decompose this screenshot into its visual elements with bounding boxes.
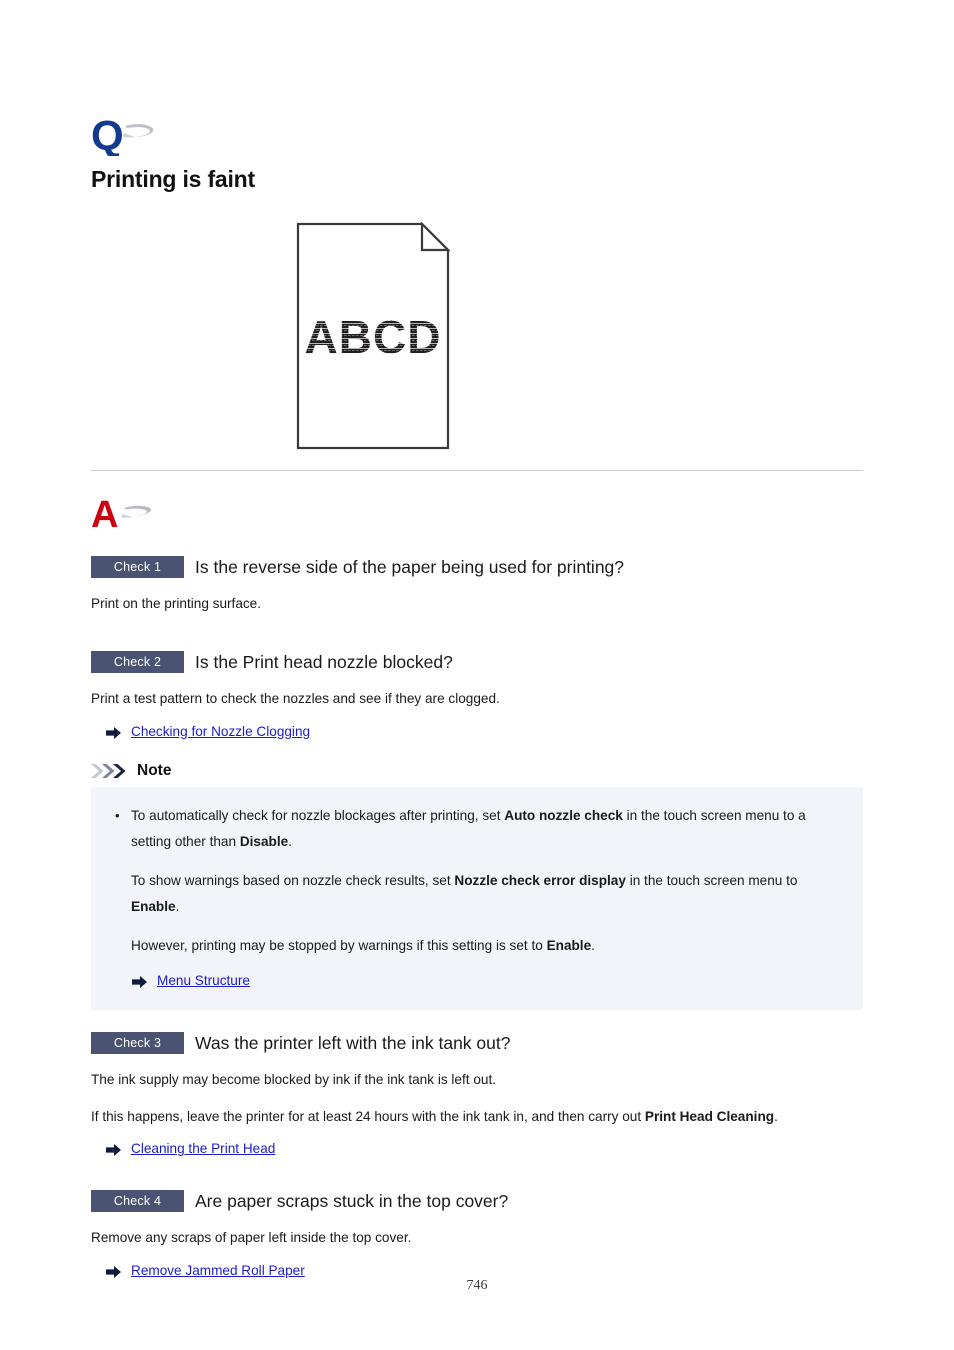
check-3-heading: Check 3 Was the printer left with the in… — [91, 1031, 863, 1054]
note-item-auto-nozzle-check: To automatically check for nozzle blocka… — [113, 803, 841, 856]
note-link-row[interactable]: Menu Structure — [113, 971, 841, 991]
check-3-badge: Check 3 — [91, 1031, 184, 1054]
note-bold-auto-nozzle-check: Auto nozzle check — [504, 807, 623, 823]
faint-print-sample-illustration: ABCD — [296, 222, 451, 450]
check-1-badge: Check 1 — [91, 556, 184, 578]
note-text-part: . — [591, 937, 595, 953]
page-number: 746 — [466, 1278, 488, 1293]
note-box: To automatically check for nozzle blocka… — [91, 786, 863, 1010]
check-1-question: Is the reverse side of the paper being u… — [195, 557, 625, 577]
q-letter-icon: Q — [91, 112, 161, 156]
check-1-paragraph: Print on the printing surface. — [91, 596, 262, 611]
note-text-part: To show warnings based on nozzle check r… — [131, 872, 455, 888]
note-text-part: . — [288, 834, 292, 850]
link-checking-for-nozzle-clogging[interactable]: Checking for Nozzle Clogging — [131, 722, 310, 742]
check-3-link-row[interactable]: Cleaning the Print Head — [91, 1139, 863, 1159]
check-4-heading: Check 4 Are paper scraps stuck in the to… — [91, 1189, 863, 1212]
note-text-part: in the touch screen menu to — [625, 872, 798, 888]
arrow-right-icon — [105, 1142, 122, 1158]
check-2-heading: Check 2 Is the Print head nozzle blocked… — [91, 650, 863, 673]
note-list: To automatically check for nozzle blocka… — [113, 803, 841, 856]
check-1-heading: Check 1 Is the reverse side of the paper… — [91, 556, 863, 578]
arrow-right-icon — [131, 974, 148, 990]
note-bold-disable: Disable — [239, 834, 289, 850]
check-3-paragraph: The ink supply may become blocked by ink… — [91, 1071, 496, 1087]
check-3-question: Was the printer left with the ink tank o… — [195, 1032, 511, 1053]
note-paragraph-nozzle-error-display: To show warnings based on nozzle check r… — [113, 868, 841, 921]
check-3-bold-print-head-cleaning: Print Head Cleaning — [644, 1108, 775, 1124]
svg-text:A: A — [91, 494, 118, 532]
note-bold-enable-2: Enable — [546, 937, 592, 953]
svg-text:Q: Q — [91, 112, 124, 156]
note-text-part: . — [175, 899, 180, 915]
answer-content: Check 1 Is the reverse side of the paper… — [91, 556, 863, 1297]
note-text-part: To automatically check for nozzle blocka… — [131, 807, 505, 823]
check-4-question: Are paper scraps stuck in the top cover? — [195, 1190, 509, 1211]
note-paragraph-warning-stop: However, printing may be stopped by warn… — [113, 933, 841, 960]
triple-chevron-icon — [91, 763, 131, 779]
a-letter-icon: A — [91, 492, 159, 532]
note-bold-nozzle-check-error-display: Nozzle check error display — [454, 872, 626, 888]
check-3-text-part: . — [774, 1108, 778, 1124]
page-title: Printing is faint — [91, 166, 255, 192]
check-2-badge: Check 2 — [91, 650, 184, 673]
check-4-badge: Check 4 — [91, 1189, 184, 1212]
note-text-part: However, printing may be stopped by warn… — [131, 937, 547, 953]
check-2-link-row[interactable]: Checking for Nozzle Clogging — [91, 722, 863, 742]
check-3-text-part: If this happens, leave the printer for a… — [91, 1108, 645, 1124]
check-4-paragraph: Remove any scraps of paper left inside t… — [91, 1229, 412, 1245]
check-2-question: Is the Print head nozzle blocked? — [195, 651, 453, 672]
document-page: Q Printing is faint ABCD A Check 1 Is th… — [0, 0, 954, 1350]
check-2-paragraph: Print a test pattern to check the nozzle… — [91, 690, 500, 706]
link-cleaning-the-print-head[interactable]: Cleaning the Print Head — [131, 1139, 275, 1159]
section-divider — [91, 470, 863, 471]
link-menu-structure[interactable]: Menu Structure — [157, 971, 250, 991]
note-heading: Note — [91, 762, 863, 780]
check-3-paragraph-rich: If this happens, leave the printer for a… — [91, 1105, 863, 1129]
note-label: Note — [137, 761, 172, 779]
note-bold-enable: Enable — [131, 899, 176, 915]
svg-text:ABCD: ABCD — [305, 311, 442, 363]
arrow-right-icon — [105, 725, 122, 741]
